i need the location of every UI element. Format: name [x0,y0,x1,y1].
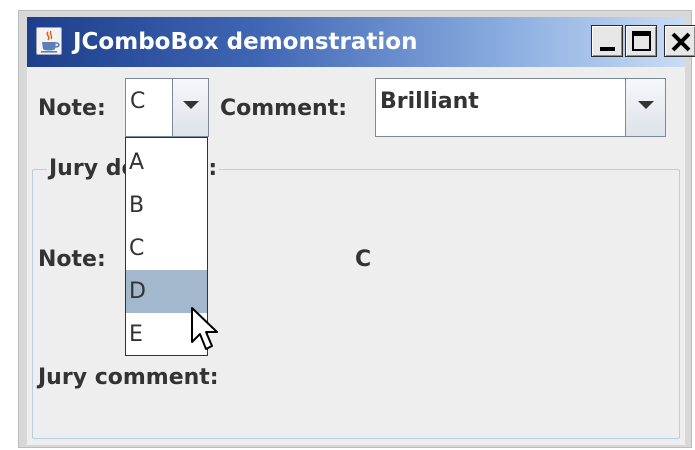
title-bar[interactable]: JComboBox demonstration [27,17,695,67]
jury-comment-label: Jury comment: [38,365,219,390]
minimize-button[interactable] [591,25,623,57]
maximize-icon [632,31,651,51]
window-title: JComboBox demonstration [73,29,418,55]
chevron-down-icon [183,101,199,109]
note-combobox-value: C [130,89,146,114]
list-item[interactable]: B [126,184,207,227]
comment-combobox-value: Brilliant [380,89,479,114]
comment-combobox-arrow-button[interactable] [625,79,665,136]
close-icon [671,32,691,52]
java-coffee-cup-icon[interactable] [36,27,62,55]
note-label: Note: [38,96,106,121]
list-item[interactable]: C [126,227,207,270]
list-item[interactable]: A [126,141,207,184]
close-button[interactable] [664,25,695,57]
mouse-pointer-icon [190,306,222,358]
note-combobox[interactable]: C [125,78,209,137]
comment-combobox[interactable]: Brilliant [375,78,666,137]
jury-note-value: C [355,247,372,272]
minimize-icon [600,47,615,51]
comment-label: Comment: [220,96,348,121]
jury-note-label: Note: [38,247,106,272]
maximize-button[interactable] [625,25,657,57]
chevron-down-icon [638,101,654,109]
note-combobox-arrow-button[interactable] [172,79,208,136]
